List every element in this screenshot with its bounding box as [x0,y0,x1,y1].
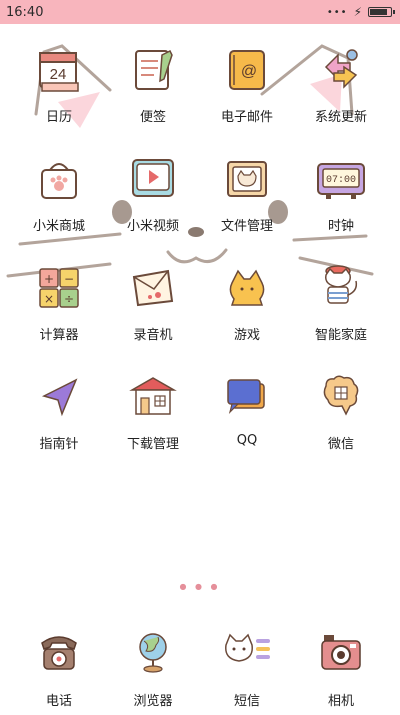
battery-icon [368,7,395,17]
compass-icon [31,369,87,425]
app-recorder[interactable]: 录音机 [103,242,203,347]
app-label: QQ [236,433,258,448]
app-label: 游戏 [233,328,260,343]
app-browser[interactable]: 浏览器 [103,610,203,715]
app-mi-shop[interactable]: 小米商城 [9,133,109,238]
app-label: 便签 [139,110,166,125]
camera-icon [313,624,369,680]
calendar-date: 24 [50,66,67,83]
svg-text:+: + [44,272,54,286]
smart-home-icon [313,260,369,316]
game-icon [219,260,275,316]
app-label: 智能家庭 [314,328,367,343]
app-compass[interactable]: 指南针 [9,351,109,456]
app-label: 电子邮件 [220,110,273,125]
app-label: 时钟 [327,219,354,234]
svg-text:×: × [44,292,54,306]
video-icon [125,151,181,207]
app-label: 日历 [45,110,72,125]
page-indicator: ● ● ● [179,582,221,591]
app-notes[interactable]: 便签 [103,24,203,129]
app-download-manager[interactable]: 下载管理 [103,351,203,456]
dock: 电话 浏览器 短信 相机 [0,610,400,711]
notes-icon [125,42,181,98]
qq-icon [219,369,275,425]
shop-icon [31,151,87,207]
app-label: 浏览器 [133,694,173,709]
app-calendar[interactable]: 24 日历 [9,24,109,129]
app-label: 短信 [233,694,260,709]
svg-text:−: − [64,272,74,286]
browser-icon [125,624,181,680]
app-wechat[interactable]: 微信 [291,351,391,456]
clock-time: 07:00 [326,175,356,186]
app-messages[interactable]: 短信 [197,610,297,715]
app-label: 文件管理 [220,219,273,234]
app-email[interactable]: @ 电子邮件 [197,24,297,129]
app-label: 微信 [327,437,354,452]
app-label: 指南针 [39,437,79,452]
clock-icon: 07:00 [313,151,369,207]
app-phone[interactable]: 电话 [9,610,109,715]
phone-icon [31,624,87,680]
app-camera[interactable]: 相机 [291,610,391,715]
app-label: 计算器 [39,328,79,343]
app-smart-home[interactable]: 智能家庭 [291,242,391,347]
svg-text:@: @ [241,63,257,80]
app-qq[interactable]: QQ [197,351,297,456]
app-label: 下载管理 [126,437,179,452]
messages-icon [219,624,275,680]
app-calculator[interactable]: + − × ÷ 计算器 [9,242,109,347]
app-label: 小米视频 [126,219,179,234]
app-label: 系统更新 [314,110,367,125]
email-icon: @ [219,42,275,98]
recorder-icon [125,260,181,316]
app-system-update[interactable]: 系统更新 [291,24,391,129]
app-label: 小米商城 [32,219,85,234]
app-games[interactable]: 游戏 [197,242,297,347]
more-dots-icon: ••• [326,6,348,18]
app-label: 录音机 [133,328,173,343]
calculator-icon: + − × ÷ [31,260,87,316]
calendar-icon: 24 [31,42,87,98]
svg-text:÷: ÷ [64,292,74,306]
app-label: 相机 [327,694,354,709]
status-time: 16:40 [6,4,44,20]
status-icons: ••• ⚡ [326,5,395,19]
download-icon [125,369,181,425]
app-label: 电话 [45,694,72,709]
status-bar: 16:40 ••• ⚡ [0,0,400,24]
app-clock[interactable]: 07:00 时钟 [291,133,391,238]
app-mi-video[interactable]: 小米视频 [103,133,203,238]
charging-icon: ⚡ [353,5,362,19]
files-icon [219,151,275,207]
wechat-icon [313,369,369,425]
update-icon [313,42,369,98]
app-file-manager[interactable]: 文件管理 [197,133,297,238]
